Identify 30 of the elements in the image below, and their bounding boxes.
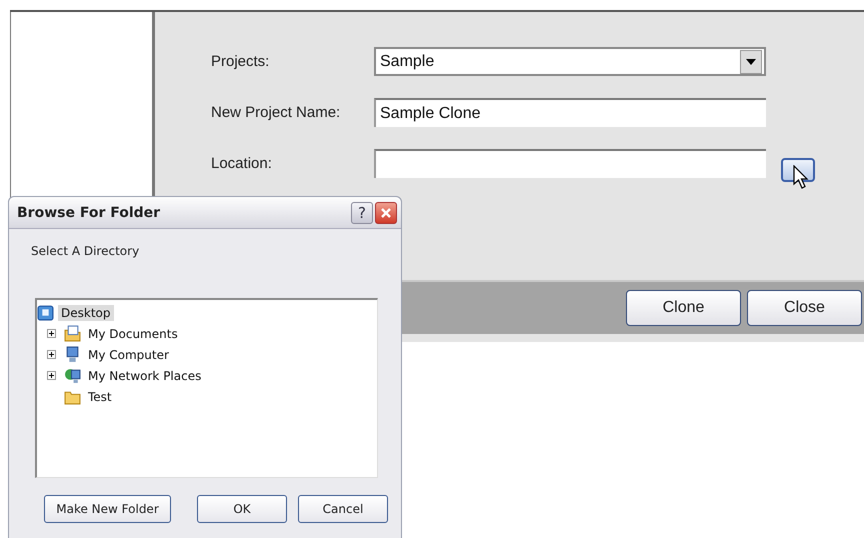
tree-item[interactable]: Test xyxy=(85,388,115,404)
text-field[interactable] xyxy=(374,149,766,178)
field-label: Location: xyxy=(211,155,273,172)
field-label: New Project Name: xyxy=(211,104,342,121)
dialog-button[interactable]: Clone xyxy=(626,290,741,326)
dialog-button[interactable]: Close xyxy=(747,290,862,326)
dialog-button[interactable]: OK xyxy=(197,495,287,523)
expand-icon[interactable] xyxy=(47,329,56,338)
computer-icon xyxy=(64,346,81,363)
tree-item[interactable]: My Documents xyxy=(85,326,181,342)
text-field[interactable]: Sample Clone xyxy=(374,98,766,127)
dialog-button[interactable]: Make New Folder xyxy=(44,495,171,523)
tree-item[interactable]: My Computer xyxy=(85,346,172,362)
desktop-icon xyxy=(37,304,54,321)
close-icon xyxy=(380,206,392,218)
expand-icon[interactable] xyxy=(47,350,56,359)
dialog-button[interactable]: Cancel xyxy=(298,495,388,523)
prompt-text: Select A Directory xyxy=(31,244,140,258)
tree-item[interactable]: Desktop xyxy=(58,304,114,320)
window-title: Browse For Folder xyxy=(17,204,162,220)
field-label: Projects: xyxy=(211,53,270,70)
cursor-icon xyxy=(793,164,809,190)
help-button[interactable]: ? xyxy=(351,202,373,224)
expand-icon[interactable] xyxy=(47,371,56,380)
documents-icon xyxy=(64,325,81,342)
folder-tree[interactable]: Desktop My Documents My Computer My Network Places Test xyxy=(35,298,378,478)
close-button[interactable] xyxy=(375,202,397,224)
tree-item[interactable]: My Network Places xyxy=(85,368,204,384)
projects-dropdown[interactable]: Sample xyxy=(374,47,766,76)
globe-computer-icon xyxy=(64,367,81,384)
